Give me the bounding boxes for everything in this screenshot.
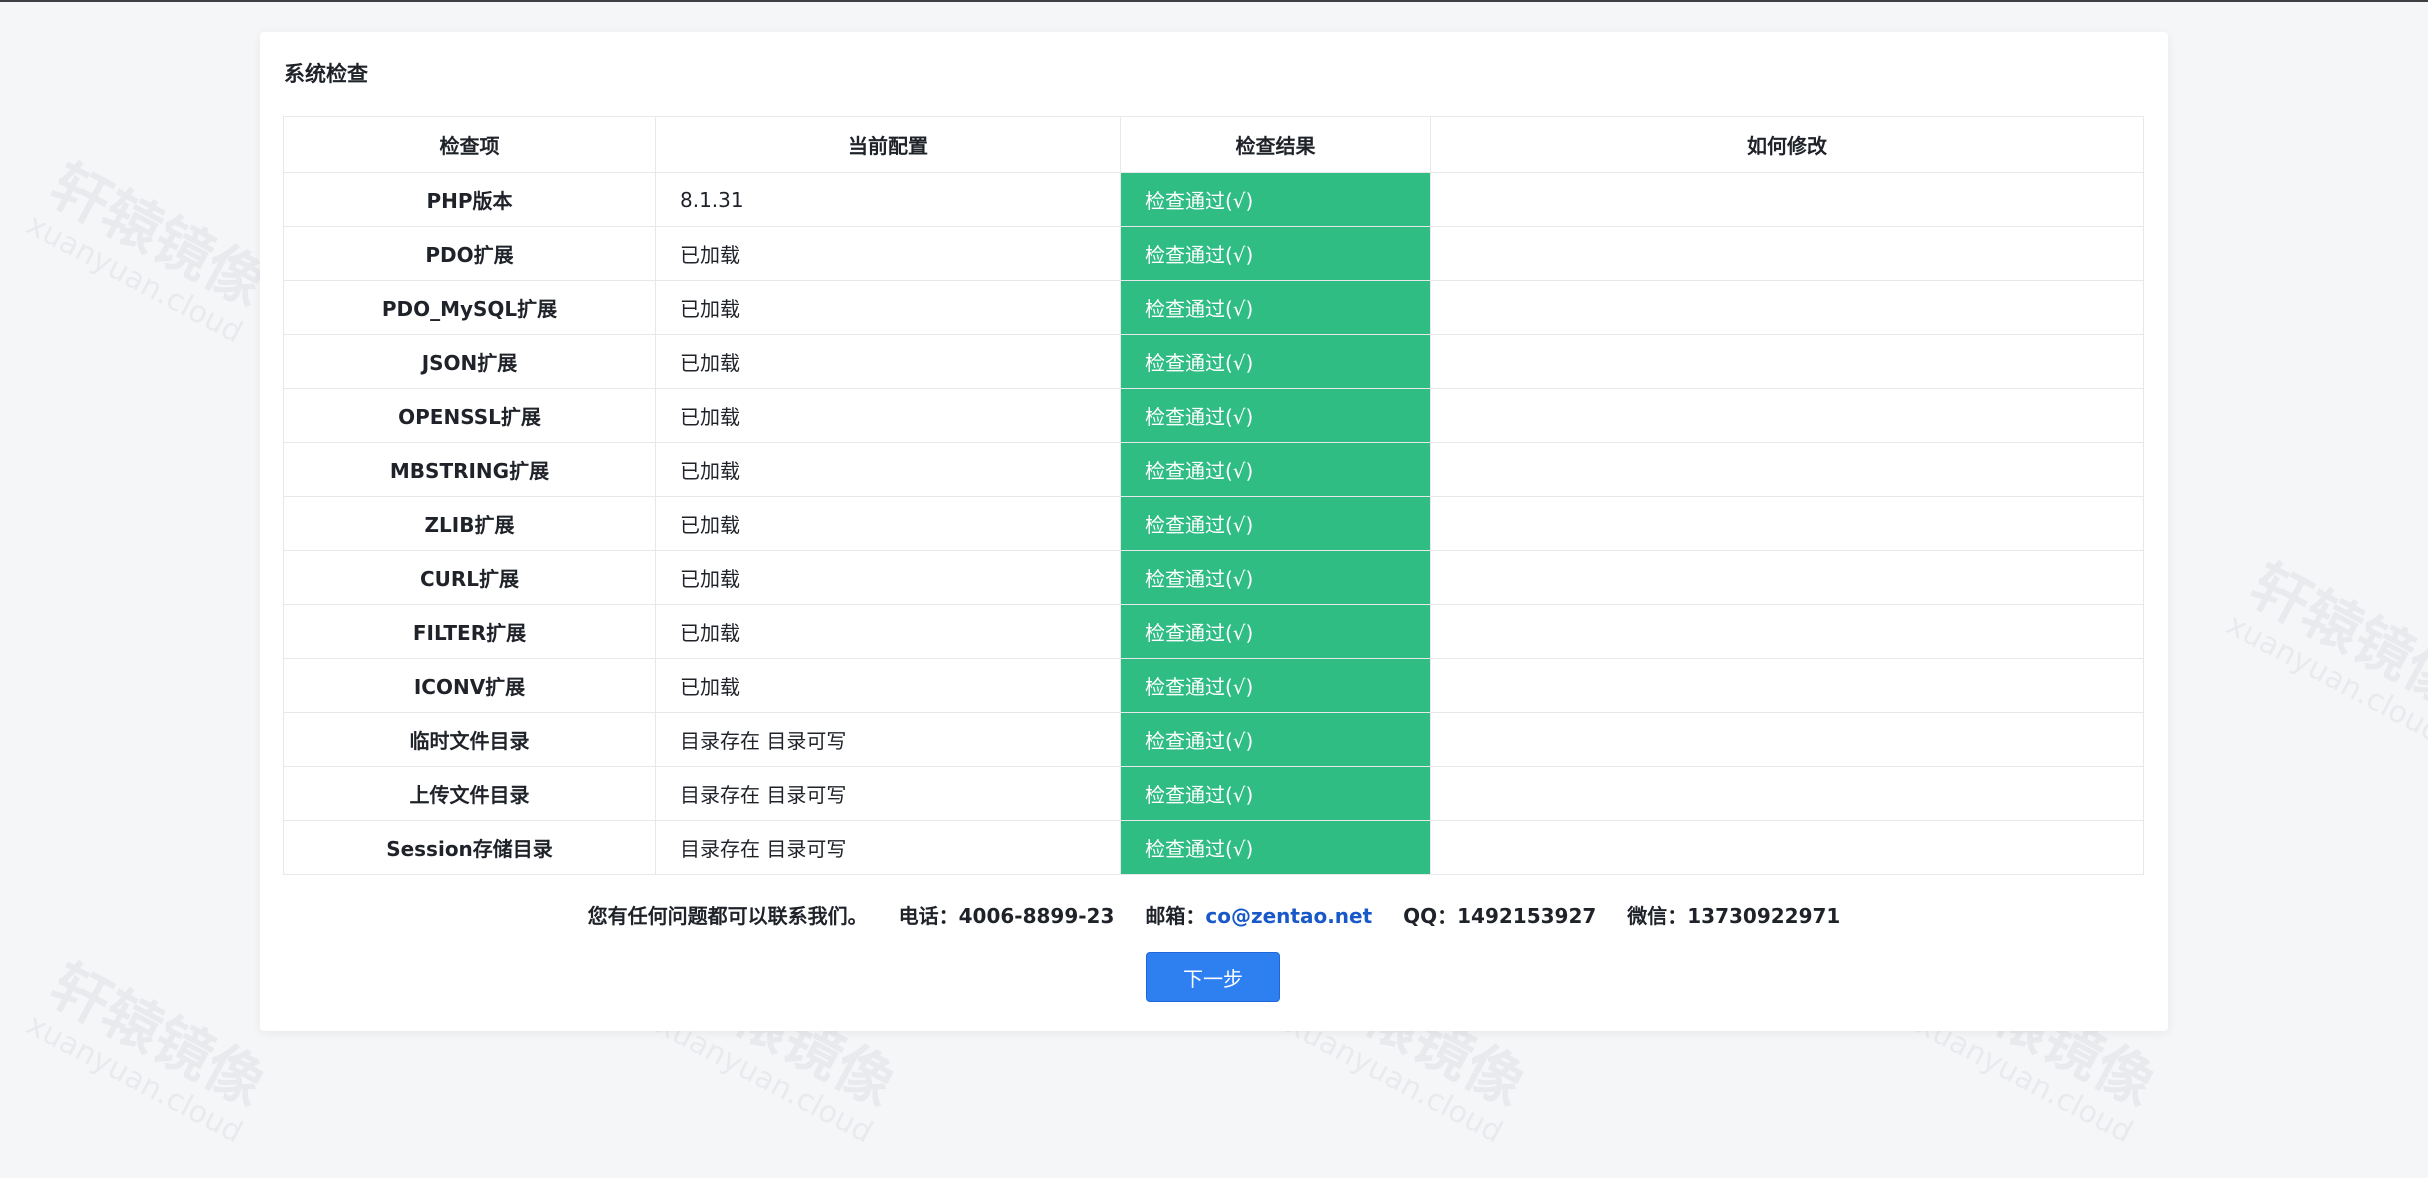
check-item-cell: 上传文件目录	[283, 766, 656, 821]
how-to-fix-cell	[1430, 388, 2144, 443]
how-to-fix-cell	[1430, 496, 2144, 551]
current-config-cell: 已加载	[655, 604, 1121, 659]
check-result-cell: 检查通过(√)	[1120, 334, 1431, 389]
check-item-cell: FILTER扩展	[283, 604, 656, 659]
check-result-cell: 检查通过(√)	[1120, 658, 1431, 713]
check-item-cell: PDO_MySQL扩展	[283, 280, 656, 335]
system-check-card: 系统检查 检查项 当前配置 检查结果 如何修改 PHP版本 8.1.31 检查通过(…	[260, 32, 2168, 1031]
check-item-cell: OPENSSL扩展	[283, 388, 656, 443]
table-row: CURL扩展 已加载 检查通过(√)	[283, 550, 2144, 605]
check-item-cell: PHP版本	[283, 172, 656, 227]
check-item-cell: 临时文件目录	[283, 712, 656, 767]
check-item-cell: Session存储目录	[283, 820, 656, 875]
current-config-cell: 目录存在 目录可写	[655, 820, 1121, 875]
check-result-cell: 检查通过(√)	[1120, 172, 1431, 227]
table-row: JSON扩展 已加载 检查通过(√)	[283, 334, 2144, 389]
page: 轩辕镜像 xuanyuan.cloud 轩辕镜像 xuanyuan.cloud 轩辕镜像…	[0, 0, 2428, 1178]
table-row: OPENSSL扩展 已加载 检查通过(√)	[283, 388, 2144, 443]
watermark: 轩辕镜像xuanyuan.cloud	[20, 950, 278, 1151]
next-step-button[interactable]: 下一步	[1146, 952, 1280, 1002]
contact-intro: 您有任何问题都可以联系我们。	[587, 904, 868, 928]
table-row: FILTER扩展 已加载 检查通过(√)	[283, 604, 2144, 659]
watermark-cn: 轩辕镜像	[39, 950, 277, 1120]
current-config-cell: 已加载	[655, 226, 1121, 281]
how-to-fix-cell	[1430, 604, 2144, 659]
contact-email-label: 邮箱：	[1145, 904, 1206, 928]
current-config-cell: 8.1.31	[655, 172, 1121, 227]
check-result-cell: 检查通过(√)	[1120, 226, 1431, 281]
check-result-cell: 检查通过(√)	[1120, 820, 1431, 875]
check-item-cell: ZLIB扩展	[283, 496, 656, 551]
check-result-cell: 检查通过(√)	[1120, 712, 1431, 767]
contact-info: 您有任何问题都可以联系我们。 电话：4006-8899-23 邮箱：co@zen…	[260, 900, 2168, 929]
table-body: PHP版本 8.1.31 检查通过(√) PDO扩展 已加载 检查通过(√) PDO_MyS…	[283, 172, 2144, 875]
current-config-cell: 已加载	[655, 550, 1121, 605]
watermark: 轩辕镜像xuanyuan.cloud	[20, 150, 278, 351]
how-to-fix-cell	[1430, 172, 2144, 227]
watermark: 轩辕镜像xuanyuan.cloud	[2220, 550, 2428, 751]
current-config-cell: 已加载	[655, 658, 1121, 713]
header-current-config: 当前配置	[655, 116, 1121, 173]
table-row: MBSTRING扩展 已加载 检查通过(√)	[283, 442, 2144, 497]
check-result-cell: 检查通过(√)	[1120, 388, 1431, 443]
table-row: PDO_MySQL扩展 已加载 检查通过(√)	[283, 280, 2144, 335]
table-row: 临时文件目录 目录存在 目录可写 检查通过(√)	[283, 712, 2144, 767]
check-result-cell: 检查通过(√)	[1120, 496, 1431, 551]
contact-phone: 电话：4006-8899-23	[898, 904, 1115, 928]
check-item-cell: PDO扩展	[283, 226, 656, 281]
header-how-to-fix: 如何修改	[1430, 116, 2144, 173]
check-result-cell: 检查通过(√)	[1120, 604, 1431, 659]
table-header-row: 检查项 当前配置 检查结果 如何修改	[283, 116, 2144, 173]
how-to-fix-cell	[1430, 766, 2144, 821]
check-item-cell: CURL扩展	[283, 550, 656, 605]
header-check-item: 检查项	[283, 116, 656, 173]
watermark-en: xuanyuan.cloud	[20, 206, 249, 351]
table-row: Session存储目录 目录存在 目录可写 检查通过(√)	[283, 820, 2144, 875]
how-to-fix-cell	[1430, 550, 2144, 605]
how-to-fix-cell	[1430, 820, 2144, 875]
contact-email-group: 邮箱：co@zentao.net	[1145, 904, 1372, 928]
current-config-cell: 已加载	[655, 496, 1121, 551]
watermark-cn: 轩辕镜像	[39, 150, 277, 320]
current-config-cell: 已加载	[655, 334, 1121, 389]
table-row: PHP版本 8.1.31 检查通过(√)	[283, 172, 2144, 227]
how-to-fix-cell	[1430, 442, 2144, 497]
current-config-cell: 已加载	[655, 442, 1121, 497]
check-item-cell: JSON扩展	[283, 334, 656, 389]
system-check-table: 检查项 当前配置 检查结果 如何修改 PHP版本 8.1.31 检查通过(√) PDO…	[283, 116, 2144, 875]
table-row: ICONV扩展 已加载 检查通过(√)	[283, 658, 2144, 713]
contact-email-link[interactable]: co@zentao.net	[1205, 904, 1372, 928]
watermark-en: xuanyuan.cloud	[2220, 606, 2428, 751]
check-item-cell: ICONV扩展	[283, 658, 656, 713]
current-config-cell: 已加载	[655, 280, 1121, 335]
current-config-cell: 目录存在 目录可写	[655, 712, 1121, 767]
check-result-cell: 检查通过(√)	[1120, 280, 1431, 335]
watermark-en: xuanyuan.cloud	[20, 1006, 249, 1151]
watermark-cn: 轩辕镜像	[2239, 550, 2428, 720]
section-title: 系统检查	[284, 62, 368, 86]
check-item-cell: MBSTRING扩展	[283, 442, 656, 497]
check-result-cell: 检查通过(√)	[1120, 766, 1431, 821]
current-config-cell: 目录存在 目录可写	[655, 766, 1121, 821]
contact-qq: QQ：1492153927	[1403, 904, 1597, 928]
contact-wechat: 微信：13730922971	[1627, 904, 1841, 928]
table-row: 上传文件目录 目录存在 目录可写 检查通过(√)	[283, 766, 2144, 821]
table-row: PDO扩展 已加载 检查通过(√)	[283, 226, 2144, 281]
table-row: ZLIB扩展 已加载 检查通过(√)	[283, 496, 2144, 551]
header-check-result: 检查结果	[1120, 116, 1431, 173]
check-result-cell: 检查通过(√)	[1120, 550, 1431, 605]
how-to-fix-cell	[1430, 280, 2144, 335]
how-to-fix-cell	[1430, 658, 2144, 713]
check-result-cell: 检查通过(√)	[1120, 442, 1431, 497]
how-to-fix-cell	[1430, 226, 2144, 281]
current-config-cell: 已加载	[655, 388, 1121, 443]
how-to-fix-cell	[1430, 334, 2144, 389]
how-to-fix-cell	[1430, 712, 2144, 767]
